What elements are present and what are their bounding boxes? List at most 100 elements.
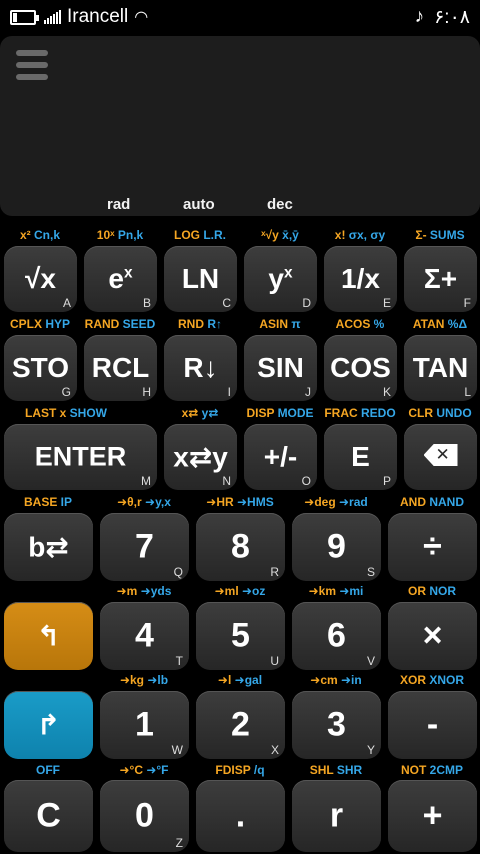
key-base[interactable]: b⇄ — [4, 513, 93, 581]
key-n0[interactable]: Z0 — [100, 780, 189, 852]
shift-label-part: SHOW — [69, 406, 107, 420]
key-letter: Q — [173, 565, 183, 579]
shift-label-part: UNDO — [436, 406, 472, 420]
shift-label-part: ➜rad — [339, 495, 368, 509]
key-label: ex — [84, 263, 157, 295]
key-label: ÷ — [388, 528, 477, 567]
menu-icon[interactable] — [16, 50, 48, 80]
shift-label-part: ➜m — [116, 584, 141, 598]
key-letter: B — [142, 296, 151, 310]
shift-label-part: NOR — [429, 584, 456, 598]
shift-label-part: LOG — [173, 228, 204, 242]
shift-label-part: ➜lb — [147, 673, 169, 687]
key-label-text: 9 — [327, 527, 346, 566]
key-label: STO — [4, 352, 77, 384]
key-label: 6 — [292, 617, 381, 656]
key-enter[interactable]: M ENTER — [4, 424, 157, 490]
key-letter: N — [222, 474, 231, 488]
key-label-text: e — [108, 263, 124, 294]
key-letter: X — [270, 743, 279, 757]
key-label: - — [388, 706, 477, 745]
key-exp[interactable]: Bex — [84, 246, 157, 312]
key-label-text: √x — [25, 263, 56, 294]
shift-label-part: ˣ√y — [261, 228, 283, 242]
carrier-name: Irancell — [67, 6, 129, 27]
key-n7[interactable]: Q7 — [100, 513, 189, 581]
key-e[interactable]: PE — [324, 424, 397, 490]
key-clear[interactable]: C — [4, 780, 93, 852]
key-n9[interactable]: S9 — [292, 513, 381, 581]
key-label-text: SIN — [257, 352, 304, 383]
key-rdown[interactable]: I R↓ — [164, 335, 237, 401]
key-shift2[interactable]: ↱ — [4, 691, 93, 759]
key-n5[interactable]: U5 — [196, 602, 285, 670]
key-chs[interactable]: O +/- — [244, 424, 317, 490]
shift-label-xor: XOR XNOR — [372, 673, 480, 687]
key-n2[interactable]: X2 — [196, 691, 285, 759]
key-letter: I — [227, 385, 231, 399]
key-add[interactable]: + — [388, 780, 477, 852]
key-label: E — [324, 441, 397, 473]
shift-label-part: OFF — [36, 763, 60, 777]
shift-label-part: ➜deg — [304, 495, 339, 509]
key-label: yx — [244, 263, 317, 295]
shift-label-part: NAND — [429, 495, 464, 509]
key-n3[interactable]: Y3 — [292, 691, 381, 759]
key-label: r — [292, 797, 381, 836]
key-label: +/- — [244, 441, 317, 473]
shift-label-part: ➜kg — [119, 673, 148, 687]
shift-label-part: Σ- — [415, 228, 430, 242]
key-mul[interactable]: × — [388, 602, 477, 670]
key-label-text: STO — [11, 352, 70, 383]
key-letter: A — [62, 296, 71, 310]
key-label: 3 — [292, 706, 381, 745]
key-n1[interactable]: W1 — [100, 691, 189, 759]
key-label-text: TAN — [412, 352, 469, 383]
shift-label-part: ACOS — [335, 317, 374, 331]
key-label: R↓ — [164, 352, 237, 384]
shift-label-part: LAST x — [24, 406, 70, 420]
key-label-text: r — [329, 796, 344, 835]
key-n8[interactable]: R8 — [196, 513, 285, 581]
key-letter: K — [382, 385, 391, 399]
key-label-text: ÷ — [423, 527, 442, 566]
key-label-text: 7 — [135, 527, 154, 566]
key-tan[interactable]: L TAN — [404, 335, 477, 401]
key-div[interactable]: ÷ — [388, 513, 477, 581]
key-pow[interactable]: Dyx — [244, 246, 317, 312]
key-letter: E — [382, 296, 391, 310]
key-n6[interactable]: V6 — [292, 602, 381, 670]
key-label: 5 — [196, 617, 285, 656]
backspace-button[interactable] — [404, 424, 477, 490]
shift-label-part: XNOR — [429, 673, 464, 687]
shift-label-part: x² — [19, 228, 34, 242]
key-sin[interactable]: J SIN — [244, 335, 317, 401]
key-xy[interactable]: Nx⇄y — [164, 424, 237, 490]
key-ln[interactable]: C LN — [164, 246, 237, 312]
key-sigma[interactable]: F Σ+ — [404, 246, 477, 312]
shift-label-or: OR NOR — [372, 584, 480, 598]
key-shift1[interactable]: ↰ — [4, 602, 93, 670]
shift-label-part: ➜in — [341, 673, 362, 687]
key-n4[interactable]: T4 — [100, 602, 189, 670]
shift-label-part: FRAC — [324, 406, 361, 420]
key-label-text: 5 — [231, 616, 250, 655]
key-label-text: 6 — [327, 616, 346, 655]
key-label: x⇄y — [164, 441, 237, 474]
key-cos[interactable]: K COS — [324, 335, 397, 401]
key-label: C — [4, 797, 93, 836]
key-inv[interactable]: E 1/x — [324, 246, 397, 312]
shift-label-and: AND NAND — [372, 495, 480, 509]
key-label: √x — [4, 263, 77, 295]
shift-label-atan: ATAN %Δ — [380, 317, 480, 331]
key-label-text: b⇄ — [28, 531, 69, 563]
key-sub[interactable]: - — [388, 691, 477, 759]
key-sqrt[interactable]: A √x — [4, 246, 77, 312]
key-sto[interactable]: G STO — [4, 335, 77, 401]
key-label-text: LN — [181, 263, 220, 294]
shift-label-part: ATAN — [412, 317, 448, 331]
key-r[interactable]: r — [292, 780, 381, 852]
shift-label-part: ➜km — [308, 584, 340, 598]
key-dot[interactable]: . — [196, 780, 285, 852]
key-rcl[interactable]: H RCL — [84, 335, 157, 401]
